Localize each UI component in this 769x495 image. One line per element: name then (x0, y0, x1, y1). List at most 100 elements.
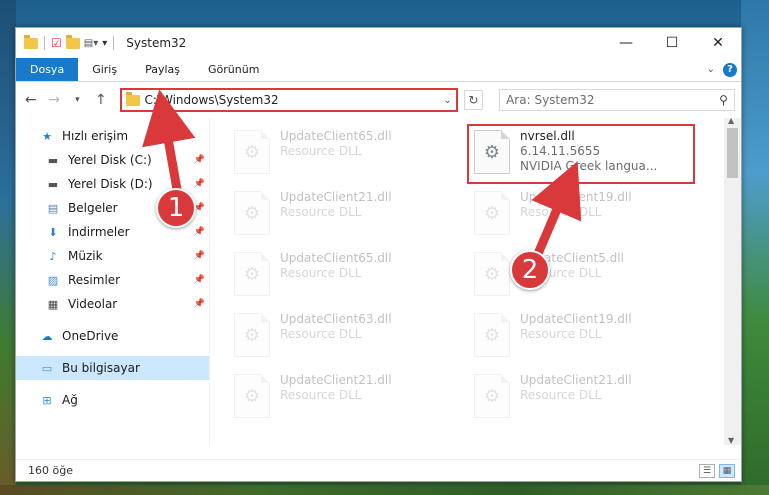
file-type: Resource DLL (280, 205, 362, 219)
file-name: UpdateClient65.dll (280, 129, 392, 143)
address-bar[interactable]: C:\Windows\System32 ⌄ (119, 88, 458, 112)
dll-file-icon: ⚙ (234, 130, 270, 174)
file-name: UpdateClient21.dll (280, 373, 392, 387)
content-area: ★ Hızlı erişim ▬ Yerel Disk (C:) 📌 ▬ Yer… (16, 118, 741, 445)
drive-icon: ▬ (47, 153, 59, 167)
new-folder-icon[interactable] (65, 34, 80, 49)
ribbon-right: ⌄ ? (707, 58, 741, 81)
status-bar: 160 öğe ☰ ▦ (16, 459, 741, 481)
sidebar-item-quick-access[interactable]: ★ Hızlı erişim (16, 124, 209, 148)
sidebar-item-label: Resimler (68, 273, 121, 287)
sidebar-item-label: Yerel Disk (C:) (68, 153, 152, 167)
sidebar-item-label: Videolar (68, 297, 118, 311)
sidebar-item-local-disk-c[interactable]: ▬ Yerel Disk (C:) 📌 (16, 148, 209, 172)
file-type: Resource DLL (280, 144, 362, 158)
sidebar-item-label: Yerel Disk (D:) (68, 177, 153, 191)
videos-icon: ▦ (47, 297, 59, 311)
sidebar-item-label: Ağ (62, 393, 78, 407)
list-item[interactable]: ⚙ UpdateClient19.dll Resource DLL (474, 187, 699, 243)
dll-file-icon: ⚙ (234, 374, 270, 418)
close-button[interactable]: ✕ (695, 28, 741, 58)
vertical-scrollbar[interactable]: ▲ ▼ (724, 118, 741, 445)
tab-file[interactable]: Dosya (16, 58, 79, 81)
list-item[interactable]: ⚙ UpdateClient63.dll Resource DLL (234, 309, 459, 365)
maximize-button[interactable]: ☐ (649, 28, 695, 58)
drive-icon: ▬ (47, 177, 59, 191)
ribbon-tabs: Dosya Giriş Paylaş Görünüm ⌄ ? (16, 58, 741, 82)
toolbar-separator (44, 36, 45, 50)
window-controls: — ☐ ✕ (603, 28, 741, 58)
view-buttons: ☰ ▦ (699, 463, 741, 478)
step-2-badge: 2 (510, 250, 550, 290)
documents-icon: ▤ (47, 201, 59, 215)
up-arrow-icon[interactable]: ↑ (92, 92, 109, 108)
list-item[interactable]: ⚙ UpdateClient65.dll Resource DLL (234, 126, 459, 182)
file-name: UpdateClient63.dll (280, 312, 392, 326)
sidebar-item-videos[interactable]: ▦ Videolar 📌 (16, 292, 209, 316)
toolbar-separator (113, 36, 115, 50)
dll-file-icon: ⚙ (474, 374, 510, 418)
file-type: Resource DLL (280, 266, 362, 280)
details-view-icon[interactable]: ☰ (699, 463, 715, 478)
sidebar-item-onedrive[interactable]: ☁ OneDrive (16, 324, 209, 348)
explorer-window: ☑ ▤▾ ▾ System32 — ☐ ✕ Dosya Giriş Paylaş… (15, 27, 742, 482)
sidebar-item-network[interactable]: ⊞ Ağ (16, 388, 209, 412)
scroll-down-icon[interactable]: ▼ (728, 436, 734, 445)
file-name: UpdateClient21.dll (520, 373, 632, 387)
list-item[interactable]: ⚙ UpdateClient21.dll Resource DLL (234, 370, 459, 426)
minimize-button[interactable]: — (603, 28, 649, 58)
list-item[interactable]: ⚙ UpdateClient65.dll Resource DLL (234, 248, 459, 304)
tab-home[interactable]: Giriş (78, 58, 131, 81)
help-icon[interactable]: ? (723, 62, 737, 77)
download-icon: ⬇ (48, 225, 58, 239)
scrollbar-thumb[interactable] (727, 128, 738, 178)
scroll-up-icon[interactable]: ▲ (728, 118, 734, 125)
window-title: System32 (126, 36, 187, 50)
pin-icon: 📌 (193, 155, 205, 165)
file-type: Resource DLL (520, 388, 602, 402)
list-item[interactable]: ⚙ UpdateClient5.dll Resource DLL (474, 248, 699, 304)
dll-file-icon: ⚙ (234, 252, 270, 296)
expand-ribbon-icon[interactable]: ⌄ (707, 64, 715, 75)
dll-file-icon: ⚙ (474, 313, 510, 357)
navigation-pane: ★ Hızlı erişim ▬ Yerel Disk (C:) 📌 ▬ Yer… (16, 118, 210, 445)
tab-share[interactable]: Paylaş (131, 58, 194, 81)
sidebar-item-label: Hızlı erişim (62, 129, 129, 143)
sidebar-item-pictures[interactable]: ▨ Resimler 📌 (16, 268, 209, 292)
step-1-badge: 1 (156, 188, 196, 228)
item-count: 160 öğe (28, 464, 73, 477)
toolbar-dropdown-icon[interactable]: ▾ (102, 38, 107, 49)
pin-icon: 📌 (193, 299, 205, 309)
properties-icon[interactable]: ☑ (51, 36, 62, 50)
refresh-button[interactable]: ↻ (463, 90, 484, 110)
search-input[interactable]: Ara: System32 ⚲ (499, 89, 735, 111)
list-item[interactable]: ⚙ UpdateClient19.dll Resource DLL (474, 309, 699, 365)
title-bar: ☑ ▤▾ ▾ System32 — ☐ ✕ (16, 28, 741, 58)
tiles-view-icon[interactable]: ▦ (719, 463, 735, 478)
recent-locations-icon[interactable]: ▾ (69, 95, 86, 105)
list-item[interactable]: ⚙ UpdateClient21.dll Resource DLL (234, 187, 459, 243)
folder-icon (125, 91, 140, 106)
customize-toolbar-icon[interactable]: ▤▾ (84, 38, 98, 49)
music-icon: ♪ (49, 249, 57, 263)
sidebar-item-music[interactable]: ♪ Müzik 📌 (16, 244, 209, 268)
tab-view[interactable]: Görünüm (194, 58, 273, 81)
sidebar-item-label: İndirmeler (68, 225, 130, 239)
sidebar-item-label: OneDrive (62, 329, 119, 343)
desktop-background-bottom (0, 485, 769, 495)
list-item[interactable]: ⚙ UpdateClient21.dll Resource DLL (474, 370, 699, 426)
cloud-icon: ☁ (41, 329, 53, 343)
sidebar-item-this-pc[interactable]: ▭ Bu bilgisayar (16, 356, 209, 380)
forward-arrow-icon[interactable]: → (45, 92, 62, 108)
back-arrow-icon[interactable]: ← (22, 92, 39, 108)
file-name: UpdateClient65.dll (280, 251, 392, 265)
highlight-box (467, 124, 695, 184)
pin-icon: 📌 (193, 251, 205, 261)
pin-icon: 📌 (193, 227, 205, 237)
sidebar-item-label: Müzik (68, 249, 103, 263)
file-type: Resource DLL (280, 388, 362, 402)
pictures-icon: ▨ (47, 273, 59, 287)
file-type: Resource DLL (520, 205, 602, 219)
chevron-down-icon[interactable]: ⌄ (443, 95, 455, 106)
network-icon: ⊞ (42, 393, 52, 407)
